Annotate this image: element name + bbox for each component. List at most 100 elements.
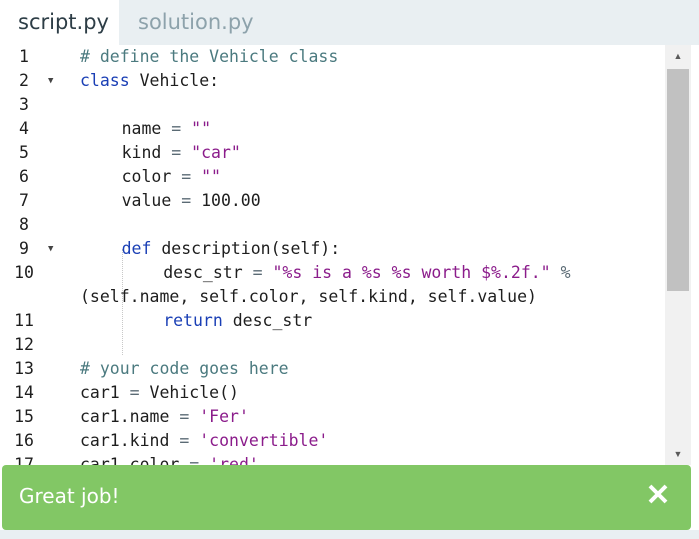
code-token: car1.kind — [80, 431, 180, 450]
code-line[interactable]: 5 kind = "car" — [0, 141, 665, 165]
code-token: desc_str — [163, 263, 253, 282]
code-token: = — [129, 383, 140, 402]
line-number: 1 — [19, 47, 29, 66]
code-text: desc_str = "%s is a %s %s worth $%.2f." … — [163, 261, 570, 285]
code-line[interactable]: 11 return desc_str — [0, 309, 665, 333]
line-number: 15 — [14, 407, 34, 426]
line-number: 16 — [14, 431, 34, 450]
code-line[interactable]: 17 car1.color = 'red' — [0, 453, 665, 465]
code-text: (self.name, self.color, self.kind, self.… — [80, 285, 537, 309]
tab-bar: script.py solution.py — [0, 0, 699, 45]
fold-arrow-icon[interactable]: ▼ — [48, 69, 58, 93]
fold-arrow-icon[interactable]: ▼ — [48, 237, 58, 261]
code-text: color = "" — [122, 165, 221, 189]
code-line[interactable]: 7 value = 100.00 — [0, 189, 665, 213]
code-token: = — [171, 143, 182, 162]
code-token: return — [163, 311, 223, 330]
code-token: 'convertible' — [199, 431, 329, 450]
code-token: car1 — [80, 383, 130, 402]
close-icon[interactable] — [647, 483, 669, 505]
tab-solution-py[interactable]: solution.py — [120, 0, 270, 45]
code-token: kind — [121, 143, 172, 162]
code-line[interactable]: 16 car1.kind = 'convertible' — [0, 429, 665, 453]
code-line[interactable]: 10 desc_str = "%s is a %s %s worth $%.2f.… — [0, 261, 665, 285]
code-text: car1.color = 'red' — [80, 453, 259, 465]
code-token: = — [189, 455, 200, 465]
code-token: car1.name — [80, 407, 180, 426]
line-number: 2 — [19, 71, 29, 90]
toast-message: Great job! — [19, 484, 120, 508]
line-number: 10 — [14, 263, 34, 282]
code-line[interactable]: 9 ▼ def description(self): — [0, 237, 665, 261]
tab-script-py[interactable]: script.py — [0, 0, 119, 45]
line-number: 3 — [19, 95, 29, 114]
code-token: class — [80, 71, 130, 90]
code-text: car1.name = 'Fer' — [80, 405, 249, 429]
code-line[interactable]: 13 # your code goes here — [0, 357, 665, 381]
code-line[interactable]: 2 ▼ class Vehicle: — [0, 69, 665, 93]
success-toast: Great job! — [2, 465, 691, 530]
code-text: return desc_str — [163, 309, 312, 333]
line-number: 5 — [19, 143, 29, 162]
code-line[interactable]: 14 car1 = Vehicle() — [0, 381, 665, 405]
scroll-down-icon[interactable]: ▼ — [665, 443, 691, 465]
scroll-up-icon[interactable]: ▲ — [665, 45, 691, 67]
bottom-strip — [0, 530, 699, 539]
code-token: desc_str — [222, 311, 313, 330]
code-token: = — [171, 119, 182, 138]
line-number: 6 — [19, 167, 29, 186]
code-text: value = 100.00 — [122, 189, 261, 213]
code-editor[interactable]: 1 # define the Vehicle class 2 ▼ class Vehic… — [0, 45, 699, 465]
code-token: car1.color — [80, 455, 190, 465]
code-line[interactable]: 1 # define the Vehicle class — [0, 45, 665, 69]
code-token: name — [121, 119, 172, 138]
code-token: % — [560, 263, 571, 282]
code-token: description(self): — [151, 239, 341, 258]
code-line[interactable]: (self.name, self.color, self.kind, self.… — [0, 285, 665, 309]
code-token: Vehicle() — [139, 383, 239, 402]
line-number: 9 — [19, 239, 29, 258]
line-number: 8 — [19, 215, 29, 234]
code-token: color — [121, 167, 182, 186]
code-text: car1.kind = 'convertible' — [80, 429, 328, 453]
code-token: # define the Vehicle class — [80, 47, 339, 66]
code-token: "car" — [191, 143, 241, 162]
code-token: = — [181, 191, 192, 210]
code-line[interactable]: 12 — [0, 333, 665, 357]
code-text: kind = "car" — [122, 141, 241, 165]
code-token: = — [179, 407, 190, 426]
vertical-scrollbar[interactable]: ▲ ▼ — [665, 45, 691, 465]
line-number: 4 — [19, 119, 29, 138]
code-token: 'red' — [209, 455, 259, 465]
code-token: 100.00 — [191, 191, 261, 210]
code-text: class Vehicle: — [80, 69, 219, 93]
line-number: 7 — [19, 191, 29, 210]
code-line[interactable]: 15 car1.name = 'Fer' — [0, 405, 665, 429]
code-token: "" — [201, 167, 221, 186]
code-line[interactable]: 6 color = "" — [0, 165, 665, 189]
code-token: Vehicle: — [129, 71, 220, 90]
code-line[interactable]: 8 — [0, 213, 665, 237]
code-text: # define the Vehicle class — [80, 45, 338, 69]
line-number: 17 — [14, 455, 34, 465]
code-token: = — [252, 263, 263, 282]
code-text: name = "" — [122, 117, 211, 141]
line-number: 13 — [14, 359, 34, 378]
code-token: value — [121, 191, 182, 210]
code-token: = — [179, 431, 190, 450]
code-token: "%s is a %s %s worth $%.2f." — [272, 263, 551, 282]
code-line[interactable]: 4 name = "" — [0, 117, 665, 141]
code-text: # your code goes here — [80, 357, 289, 381]
scroll-thumb[interactable] — [667, 69, 689, 291]
line-number: 11 — [14, 311, 34, 330]
code-line[interactable]: 3 — [0, 93, 665, 117]
code-text: def description(self): — [122, 237, 341, 261]
